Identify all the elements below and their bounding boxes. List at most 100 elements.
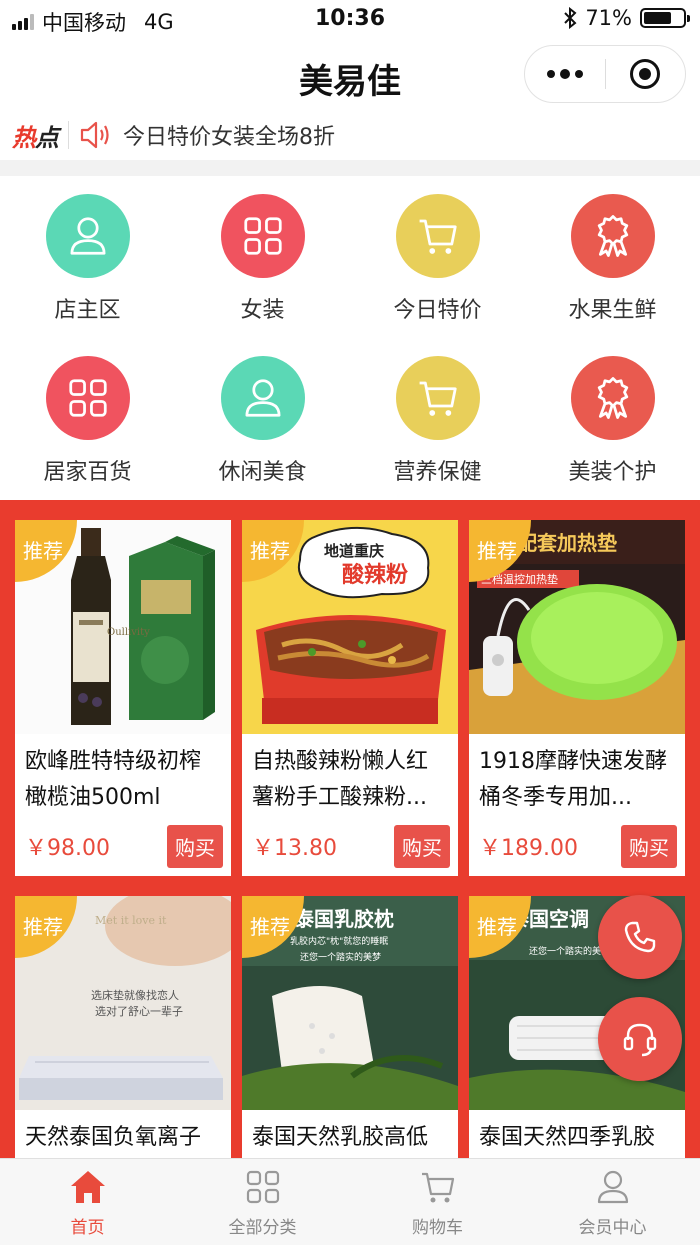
- cart-icon: [415, 375, 461, 421]
- category-icon-circle: [45, 356, 130, 440]
- hot-tag-red: 热: [12, 123, 36, 152]
- category-item[interactable]: 营养保健: [350, 338, 525, 500]
- category-item[interactable]: 女装: [175, 176, 350, 338]
- tab-user[interactable]: 会员中心: [525, 1159, 700, 1245]
- section-divider: [0, 160, 700, 176]
- more-dots-icon: [546, 69, 583, 79]
- product-title[interactable]: 欧峰胜特特级初榨橄榄油500ml: [15, 734, 231, 816]
- award-icon: [590, 375, 636, 421]
- category-icon-circle: [45, 194, 130, 278]
- tab-label: 全部分类: [228, 1218, 297, 1238]
- tab-bar: 首页 全部分类 购物车 会员中心: [0, 1158, 700, 1245]
- category-grid: 店主区 女装 今日特价 水果生鲜 居家百货 休闲美食 营养保健 美装个护: [0, 176, 700, 500]
- svg-text:泰国乳胶枕: 泰国乳胶枕: [293, 907, 394, 931]
- category-icon-circle: [570, 194, 655, 278]
- heating-pad-image[interactable]: 桶配套加热垫 三档温控加热垫 推荐: [469, 520, 685, 734]
- bluetooth-icon: [564, 7, 577, 29]
- category-icon-circle: [395, 194, 480, 278]
- hot-news-bar[interactable]: 热点 今日特价女装全场8折: [0, 110, 700, 160]
- svg-text:地道重庆: 地道重庆: [324, 542, 384, 560]
- grid-icon: [240, 213, 286, 259]
- category-label: 今日特价: [393, 298, 482, 323]
- product-title[interactable]: 天然泰国负氧离子: [15, 1110, 231, 1158]
- mattress-image[interactable]: Met it love it 选床垫就像找恋人 选对了舒心一辈子 推荐: [15, 896, 231, 1110]
- home-icon: [68, 1167, 108, 1207]
- category-item[interactable]: 店主区: [0, 176, 175, 338]
- category-label: 休闲美食: [218, 460, 307, 485]
- product-card[interactable]: 桶配套加热垫 三档温控加热垫 推荐 1918摩酵快速发酵桶冬季专用加... ￥1…: [469, 520, 685, 876]
- hot-divider: [68, 121, 69, 149]
- category-item[interactable]: 水果生鲜: [525, 176, 700, 338]
- tab-label: 会员中心: [578, 1218, 647, 1238]
- mini-program-capsule: [524, 45, 686, 103]
- product-card[interactable]: 地道重庆 酸辣粉 推荐 自热酸辣粉懒人红薯粉手工酸辣粉... ￥13.80 购买: [242, 520, 458, 876]
- noodles-image[interactable]: 地道重庆 酸辣粉 推荐: [242, 520, 458, 734]
- phone-button[interactable]: [598, 895, 682, 979]
- cart-icon: [415, 213, 461, 259]
- speaker-icon: [80, 121, 109, 149]
- status-right: 71%: [563, 6, 690, 30]
- category-icon-circle: [220, 194, 305, 278]
- product-list: Oullivity 推荐 欧峰胜特特级初榨橄榄油500ml ￥98.00 购买 …: [0, 500, 700, 1158]
- category-item[interactable]: 居家百货: [0, 338, 175, 500]
- product-footer: ￥189.00 购买: [469, 816, 685, 876]
- customer-service-button[interactable]: [598, 997, 682, 1081]
- svg-text:Oullivity: Oullivity: [107, 627, 150, 638]
- category-icon-circle: [570, 356, 655, 440]
- product-price: ￥98.00: [25, 836, 110, 861]
- latex-pillow-image[interactable]: 泰国乳胶枕 乳胶内芯"枕"就您的睡眠 还您一个踏实的美梦 推荐: [242, 896, 458, 1110]
- battery-icon: [640, 8, 690, 28]
- category-label: 水果生鲜: [568, 298, 657, 323]
- buy-button[interactable]: 购买: [167, 824, 223, 868]
- battery-fill: [644, 12, 671, 24]
- user-icon: [65, 213, 111, 259]
- phone-icon: [624, 921, 656, 953]
- hot-tag-black: 点: [35, 123, 59, 152]
- hot-tag: 热点: [12, 118, 59, 153]
- grid-icon: [65, 375, 111, 421]
- svg-text:选床垫就像找恋人: 选床垫就像找恋人: [91, 988, 179, 1002]
- tab-cart[interactable]: 购物车: [350, 1159, 525, 1245]
- category-label: 营养保健: [393, 460, 482, 485]
- product-title[interactable]: 泰国天然乳胶高低: [242, 1110, 458, 1158]
- category-label: 美装个护: [568, 460, 657, 485]
- product-card[interactable]: Met it love it 选床垫就像找恋人 选对了舒心一辈子 推荐 天然泰国…: [15, 896, 231, 1158]
- tab-label: 购物车: [412, 1218, 463, 1238]
- status-bar: 中国移动 4G 10:36 71%: [0, 0, 700, 40]
- buy-button[interactable]: 购买: [394, 824, 450, 868]
- category-icon-circle: [395, 356, 480, 440]
- tab-home[interactable]: 首页: [0, 1159, 175, 1245]
- svg-text:还您一个踏实的美梦: 还您一个踏实的美梦: [529, 945, 610, 957]
- product-title[interactable]: 泰国天然四季乳胶: [469, 1110, 685, 1158]
- tab-grid[interactable]: 全部分类: [175, 1159, 350, 1245]
- cart-icon: [418, 1167, 458, 1207]
- user-icon: [240, 375, 286, 421]
- category-item[interactable]: 美装个护: [525, 338, 700, 500]
- battery-percent: 71%: [585, 6, 632, 30]
- close-button[interactable]: [606, 46, 686, 102]
- product-title[interactable]: 1918摩酵快速发酵桶冬季专用加...: [469, 734, 685, 816]
- grid-icon: [243, 1167, 283, 1207]
- buy-button[interactable]: 购买: [621, 824, 677, 868]
- svg-text:Met it love it: Met it love it: [95, 914, 167, 927]
- olive-oil-image[interactable]: Oullivity 推荐: [15, 520, 231, 734]
- category-item[interactable]: 休闲美食: [175, 338, 350, 500]
- svg-text:还您一个踏实的美梦: 还您一个踏实的美梦: [300, 951, 381, 963]
- svg-text:乳胶内芯"枕"就您的睡眠: 乳胶内芯"枕"就您的睡眠: [290, 935, 388, 947]
- category-item[interactable]: 今日特价: [350, 176, 525, 338]
- product-card[interactable]: Oullivity 推荐 欧峰胜特特级初榨橄榄油500ml ￥98.00 购买: [15, 520, 231, 876]
- svg-text:酸辣粉: 酸辣粉: [342, 562, 408, 588]
- product-title[interactable]: 自热酸辣粉懒人红薯粉手工酸辣粉...: [242, 734, 458, 816]
- product-price: ￥13.80: [252, 836, 337, 861]
- product-footer: ￥98.00 购买: [15, 816, 231, 876]
- headset-icon: [623, 1023, 657, 1057]
- more-button[interactable]: [525, 46, 605, 102]
- product-footer: ￥13.80 购买: [242, 816, 458, 876]
- user-icon: [593, 1167, 633, 1207]
- tab-label: 首页: [70, 1218, 105, 1238]
- nav-bar: 美易佳: [0, 40, 700, 110]
- product-card[interactable]: 泰国乳胶枕 乳胶内芯"枕"就您的睡眠 还您一个踏实的美梦 推荐 泰国天然乳胶高低: [242, 896, 458, 1158]
- category-label: 女装: [240, 298, 285, 323]
- award-icon: [590, 213, 636, 259]
- hot-news-text: 今日特价女装全场8折: [123, 125, 335, 150]
